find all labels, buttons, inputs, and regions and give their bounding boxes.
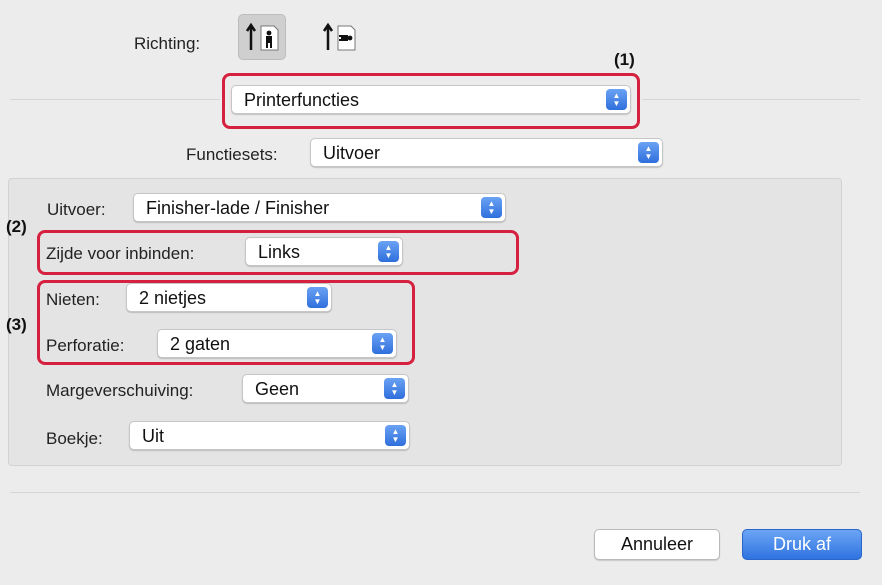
updown-arrows-icon: ▲ ▼ bbox=[372, 333, 393, 354]
updown-arrows-icon: ▲ ▼ bbox=[384, 378, 405, 399]
updown-arrows-icon: ▲ ▼ bbox=[307, 287, 328, 308]
punch-value: 2 gaten bbox=[170, 334, 231, 354]
booklet-label: Boekje: bbox=[46, 429, 103, 448]
punch-popup[interactable]: 2 gaten ▲ ▼ bbox=[157, 329, 397, 358]
cancel-button[interactable]: Annuleer bbox=[594, 529, 720, 560]
portrait-icon bbox=[245, 22, 279, 51]
separator-top bbox=[10, 99, 220, 100]
updown-arrows-icon: ▲ ▼ bbox=[638, 142, 659, 163]
margin-shift-popup[interactable]: Geen ▲ ▼ bbox=[242, 374, 409, 403]
output-value: Finisher-lade / Finisher bbox=[146, 198, 330, 218]
staple-value: 2 nietjes bbox=[139, 288, 207, 308]
callout-2-label: (2) bbox=[6, 217, 27, 236]
output-label: Uitvoer: bbox=[47, 200, 106, 219]
binding-edge-label: Zijde voor inbinden: bbox=[46, 244, 195, 263]
output-popup[interactable]: Finisher-lade / Finisher ▲ ▼ bbox=[133, 193, 506, 222]
section-popup-value: Printerfuncties bbox=[244, 90, 360, 110]
separator-bottom bbox=[10, 492, 860, 493]
orientation-label: Richting: bbox=[134, 34, 201, 53]
updown-arrows-icon: ▲ ▼ bbox=[378, 241, 399, 262]
booklet-popup[interactable]: Uit ▲ ▼ bbox=[129, 421, 410, 450]
feature-sets-value: Uitvoer bbox=[323, 143, 381, 163]
print-button[interactable]: Druk af bbox=[742, 529, 862, 560]
feature-sets-label: Functiesets: bbox=[186, 145, 278, 164]
binding-edge-value: Links bbox=[258, 242, 301, 262]
booklet-value: Uit bbox=[142, 426, 164, 446]
staple-label: Nieten: bbox=[46, 290, 100, 309]
callout-1-label: (1) bbox=[614, 50, 635, 69]
landscape-icon bbox=[322, 22, 356, 51]
margin-shift-value: Geen bbox=[255, 379, 300, 399]
section-popup[interactable]: Printerfuncties ▲ ▼ bbox=[231, 85, 631, 114]
updown-arrows-icon: ▲ ▼ bbox=[606, 89, 627, 110]
updown-arrows-icon: ▲ ▼ bbox=[385, 425, 406, 446]
callout-3-label: (3) bbox=[6, 315, 27, 334]
feature-sets-popup[interactable]: Uitvoer ▲ ▼ bbox=[310, 138, 663, 167]
staple-popup[interactable]: 2 nietjes ▲ ▼ bbox=[126, 283, 332, 312]
margin-shift-label: Margeverschuiving: bbox=[46, 381, 194, 400]
orientation-landscape-button[interactable] bbox=[315, 14, 363, 60]
punch-label: Perforatie: bbox=[46, 336, 125, 355]
binding-edge-popup[interactable]: Links ▲ ▼ bbox=[245, 237, 403, 266]
orientation-portrait-button[interactable] bbox=[238, 14, 286, 60]
updown-arrows-icon: ▲ ▼ bbox=[481, 197, 502, 218]
separator-top-right bbox=[642, 99, 860, 100]
